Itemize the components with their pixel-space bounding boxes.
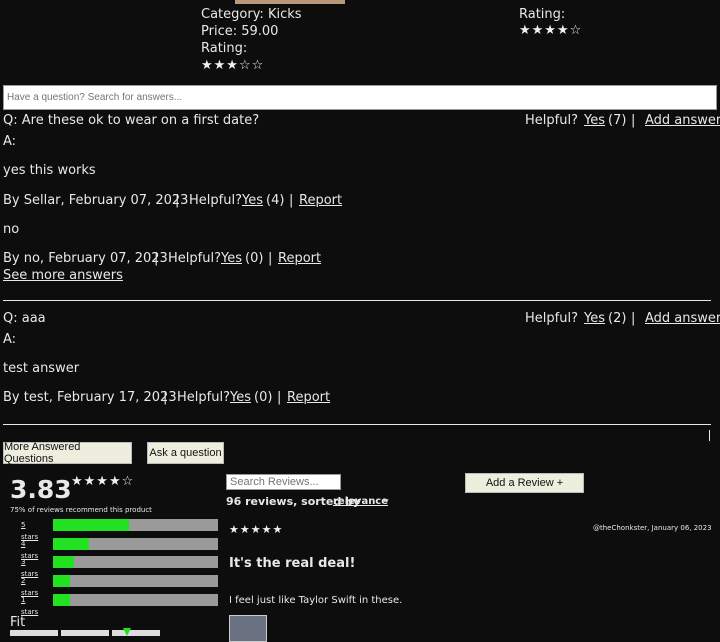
rating-bar-track — [53, 594, 218, 606]
question-helpful-label: Helpful? — [525, 113, 578, 128]
divider: | — [631, 311, 636, 326]
answer-author: By test, February 17, 2023 — [3, 390, 177, 405]
rating-bar-track — [53, 556, 218, 568]
divider: | — [163, 390, 168, 405]
report-link[interactable]: Report — [287, 389, 330, 406]
ask-question-button[interactable]: Ask a question — [147, 442, 224, 464]
review-user-date: @theChonkster, January 06, 2023 — [593, 524, 712, 532]
question-helpful-count: (7) — [608, 113, 627, 128]
answer-helpful-count: (4) — [266, 193, 285, 208]
divider: | — [289, 193, 294, 208]
report-link[interactable]: Report — [278, 250, 321, 267]
rating-bar-fill — [53, 519, 129, 531]
question-text: Q: aaa — [3, 311, 46, 326]
report-link[interactable]: Report — [299, 192, 342, 209]
fit-scale-segment — [10, 630, 58, 636]
answer-author: By Sellar, February 07, 2023 — [3, 193, 189, 208]
question-helpful-yes[interactable]: Yes — [584, 310, 605, 327]
review-title: It's the real deal! — [229, 556, 356, 571]
review-stars: ★★★★★ — [229, 523, 284, 536]
answer-body: yes this works — [3, 163, 96, 178]
answer-helpful-label: Helpful? — [189, 193, 242, 208]
answer-helpful-yes[interactable]: Yes — [230, 389, 251, 406]
answer-author: By no, February 07, 2023 — [3, 251, 168, 266]
add-answer-link[interactable]: Add answer — [645, 310, 720, 327]
product-image[interactable] — [235, 0, 345, 4]
divider: | — [175, 193, 180, 208]
rating-bar-track — [53, 519, 218, 531]
product-rating-stars: ★★★☆☆ — [201, 58, 265, 73]
review-search-input[interactable] — [226, 474, 341, 490]
product-category: Category: Kicks — [201, 7, 302, 22]
average-rating: 3.83 — [10, 475, 72, 504]
divider: | — [154, 251, 159, 266]
answer-body: no — [3, 222, 20, 237]
related-rating-stars: ★★★★☆ — [519, 23, 583, 38]
question-helpful-yes[interactable]: Yes — [584, 112, 605, 129]
divider: | — [277, 390, 282, 405]
fit-scale-segment — [61, 630, 109, 636]
rating-bar-fill — [53, 594, 70, 606]
add-review-button[interactable]: Add a Review + — [465, 473, 584, 493]
see-more-answers-link[interactable]: See more answers — [3, 267, 123, 284]
product-rating-label: Rating: — [201, 41, 248, 56]
rating-bar-track — [53, 538, 218, 550]
rating-bar-fill — [53, 556, 75, 568]
answer-helpful-label: Helpful? — [168, 251, 221, 266]
answer-helpful-yes[interactable]: Yes — [221, 250, 242, 267]
divider: | — [631, 113, 636, 128]
answer-helpful-count: (0) — [254, 390, 273, 405]
answer-helpful-count: (0) — [245, 251, 264, 266]
answer-helpful-label: Helpful? — [177, 390, 230, 405]
product-price: Price: 59.00 — [201, 24, 279, 39]
divider: | — [268, 251, 273, 266]
more-answered-questions-button[interactable]: More Answered Questions — [3, 441, 132, 465]
fit-marker-icon — [123, 628, 131, 636]
divider-line — [3, 300, 711, 301]
review-body: I feel just like Taylor Swift in these. — [229, 595, 403, 606]
sort-select[interactable]: relevance — [333, 496, 388, 507]
chevron-down-icon[interactable]: ⌄ — [381, 491, 391, 505]
rating-bar-track — [53, 575, 218, 587]
answer-label: A: — [3, 134, 17, 149]
divider-line — [3, 424, 711, 425]
add-answer-link[interactable]: Add answer — [645, 112, 720, 129]
question-helpful-count: (2) — [608, 311, 627, 326]
answer-helpful-yes[interactable]: Yes — [242, 192, 263, 209]
qa-search-input[interactable] — [3, 85, 717, 110]
review-photo-thumbnail[interactable] — [229, 615, 267, 642]
related-rating-label: Rating: — [519, 7, 566, 22]
question-text: Q: Are these ok to wear on a first date? — [3, 113, 260, 128]
fit-scale-segment — [112, 630, 160, 636]
rating-bar-fill — [53, 538, 90, 550]
average-rating-stars: ★★★★☆ — [71, 474, 135, 489]
question-helpful-label: Helpful? — [525, 311, 578, 326]
answer-body: test answer — [3, 361, 80, 376]
answer-label: A: — [3, 332, 17, 347]
recommend-text: 75% of reviews recommend this product — [10, 506, 152, 514]
rating-bar-fill — [53, 575, 70, 587]
fit-label: Fit — [10, 615, 26, 630]
text-cursor — [709, 430, 710, 441]
